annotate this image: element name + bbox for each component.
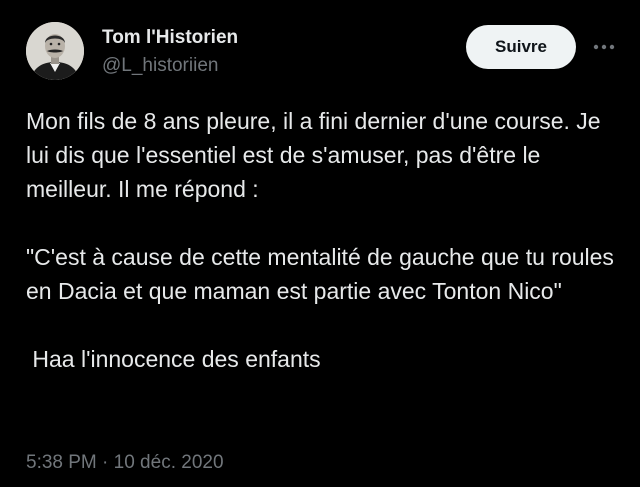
author-display-name[interactable]: Tom l'Historien xyxy=(102,27,238,49)
more-horizontal-icon[interactable] xyxy=(591,36,617,58)
portrait-icon xyxy=(26,22,84,80)
tweet-timestamp[interactable]: 5:38 PM · 10 déc. 2020 xyxy=(26,452,224,474)
author-avatar[interactable] xyxy=(26,22,84,80)
tweet-paragraph: Mon fils de 8 ans pleure, il a fini dern… xyxy=(26,108,607,202)
tweet-text: Mon fils de 8 ans pleure, il a fini dern… xyxy=(26,104,626,376)
follow-button[interactable]: Suivre xyxy=(466,25,576,69)
author-handle[interactable]: @L_historiien xyxy=(102,55,218,77)
tweet-paragraph: Haa l'innocence des enfants xyxy=(26,346,321,372)
tweet-card: Tom l'Historien @L_historiien Suivre Mon… xyxy=(0,0,640,487)
tweet-paragraph: "C'est à cause de cette mentalité de gau… xyxy=(26,244,621,304)
